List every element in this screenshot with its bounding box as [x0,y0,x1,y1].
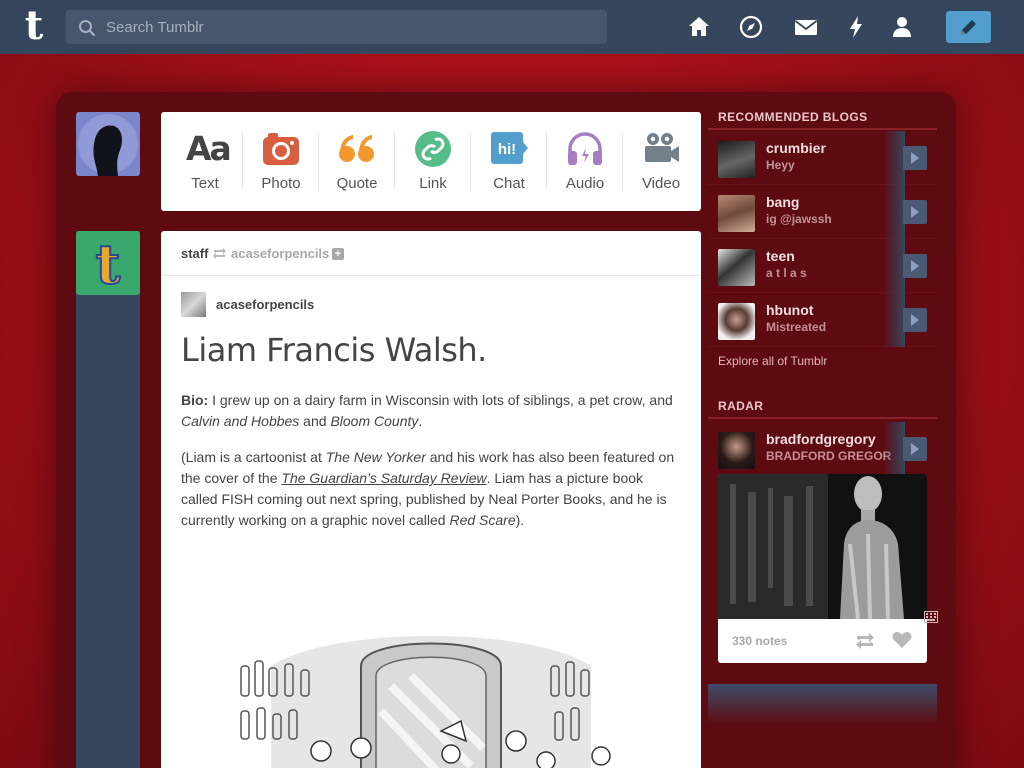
recommended-blog-row[interactable]: teen a t l a s [708,239,937,293]
blog-title: ig @jawssh [766,212,832,226]
home-icon[interactable] [686,14,712,40]
blog-avatar[interactable] [718,141,755,178]
divider [708,417,937,419]
cartoon-image[interactable] [211,626,641,768]
reblogger-name[interactable]: staff [181,246,208,261]
link-icon [415,131,451,167]
post-header: staff acaseforpencils + [161,231,701,276]
search-icon [79,20,96,37]
activity-icon[interactable] [843,14,869,40]
recommended-blog-row[interactable]: crumbier Heyy [708,131,937,185]
dashboard-post: staff acaseforpencils + acaseforpencils … [161,231,701,768]
post-type-chat[interactable]: hi! Chat [471,112,547,211]
blog-title: BRADFORD GREGOR [766,449,892,463]
blog-name[interactable]: bang [766,194,799,210]
post-type-audio[interactable]: Audio [547,112,623,211]
post-type-bar: Aa Text Photo Quote Link hi! Chat Audio … [161,112,701,211]
inbox-icon[interactable] [793,14,819,40]
explore-icon[interactable] [738,14,764,40]
blog-title: Heyy [766,158,795,172]
post-type-label: Video [641,175,681,192]
reblog-icon [213,248,226,259]
post-body: Bio: I grew up on a dairy farm in Wiscon… [181,390,681,546]
follow-button[interactable] [903,254,927,278]
compose-button[interactable] [946,11,991,43]
post-type-link[interactable]: Link [395,112,471,211]
video-camera-icon [645,133,679,162]
svg-text:hi!: hi! [498,141,516,158]
heart-icon[interactable] [892,631,912,649]
post-type-text[interactable]: Aa Text [167,112,243,211]
text-icon: Aa [186,129,232,168]
post-type-video[interactable]: Video [623,112,699,211]
post-type-label: Photo [261,175,301,192]
radar-blog-row[interactable]: bradfordgregory BRADFORD GREGOR [708,422,937,476]
blog-avatar[interactable] [718,249,755,286]
post-type-quote[interactable]: Quote [319,112,395,211]
blog-name[interactable]: crumbier [766,140,826,156]
post-title: Liam Francis Walsh. [181,331,487,369]
follow-plus-icon[interactable]: + [332,248,344,260]
post-type-label: Quote [336,175,378,192]
post-type-label: Link [419,175,447,192]
staff-avatar[interactable]: t [76,231,140,295]
follow-button[interactable] [903,308,927,332]
quote-icon [339,135,374,162]
recommended-blogs-heading: RECOMMENDED BLOGS [718,110,868,124]
reblogger-avatar-rail [76,231,140,768]
original-author-name[interactable]: acaseforpencils [216,297,314,312]
recommended-blog-row[interactable]: hbunot Mistreated [708,293,937,347]
blog-avatar[interactable] [718,432,755,469]
post-type-label: Audio [565,175,605,192]
staff-logo-icon: t [95,231,122,295]
radar-photo[interactable] [718,474,927,619]
search-input[interactable] [106,10,596,44]
original-author-avatar[interactable] [181,292,206,317]
top-navigation-bar: t [0,0,1024,54]
keyboard-shortcuts-icon[interactable] [924,611,938,623]
chat-icon: hi! [491,132,528,164]
divider [708,128,937,130]
blog-name[interactable]: bradfordgregory [766,431,876,447]
post-type-label: Chat [493,175,525,192]
user-avatar[interactable] [76,112,140,176]
blog-avatar[interactable] [718,303,755,340]
recommended-blog-row[interactable]: bang ig @jawssh [708,185,937,239]
blog-title: Mistreated [766,320,827,334]
radar-post-card[interactable]: 330 notes [718,474,927,663]
notes-count[interactable]: 330 notes [732,634,787,648]
follow-button[interactable] [903,200,927,224]
headphones-icon [568,132,602,165]
tumblr-logo[interactable]: t [14,6,54,48]
blog-name[interactable]: teen [766,248,795,264]
post-type-label: Text [191,175,219,192]
blog-name[interactable]: hbunot [766,302,813,318]
post-type-photo[interactable]: Photo [243,112,319,211]
silhouette-icon [78,114,138,176]
search-box[interactable] [66,10,607,44]
svg-text:t: t [96,232,121,295]
source-blog-name[interactable]: acaseforpencils [231,246,329,261]
sidebar-bottom-panel [708,684,937,724]
reblog-icon[interactable] [855,632,875,650]
bio-paragraph: Bio: I grew up on a dairy farm in Wiscon… [181,392,673,429]
account-icon[interactable] [889,14,915,40]
guardian-link[interactable]: The Guardian’s Saturday Review [281,470,486,486]
blog-title: a t l a s [766,266,807,280]
follow-button[interactable] [903,437,927,461]
description-paragraph: (Liam is a cartoonist at The New Yorker … [181,449,675,528]
blog-avatar[interactable] [718,195,755,232]
pencil-icon [961,20,976,35]
explore-all-link[interactable]: Explore all of Tumblr [718,354,827,368]
radar-heading: RADAR [718,399,764,413]
follow-button[interactable] [903,146,927,170]
camera-icon [263,133,299,165]
